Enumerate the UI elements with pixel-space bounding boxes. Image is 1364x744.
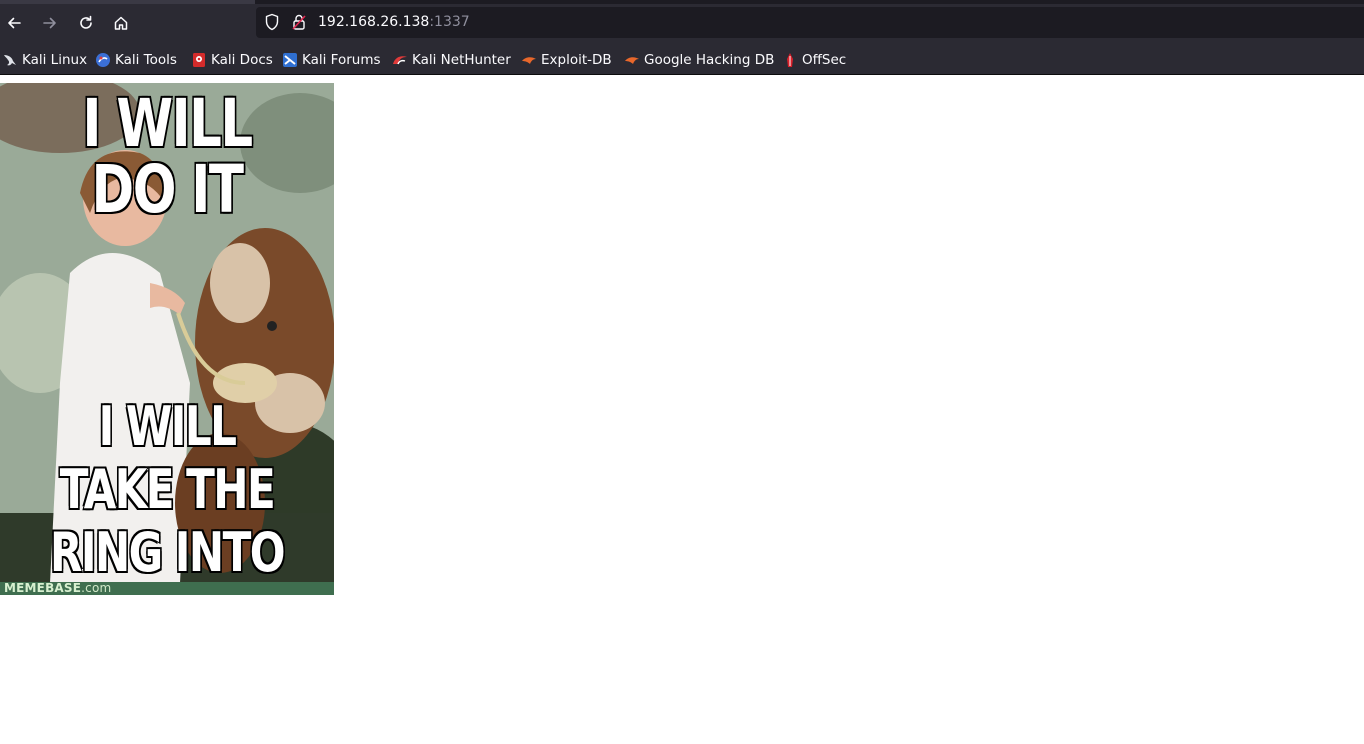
- forward-button[interactable]: [36, 9, 64, 37]
- kali-nethunter-icon: [392, 52, 408, 68]
- bookmark-label: Kali Tools: [115, 52, 177, 68]
- bookmark-kali-nethunter[interactable]: Kali NetHunter: [392, 50, 511, 70]
- home-icon: [114, 16, 128, 30]
- exploit-db-icon: [521, 52, 537, 68]
- url-text[interactable]: 192.168.26.138:1337: [318, 14, 470, 30]
- url-port: :1337: [429, 14, 470, 30]
- tracking-shield-icon[interactable]: [264, 13, 280, 35]
- kali-dragon-icon: [2, 52, 18, 68]
- bookmark-label: Kali NetHunter: [412, 52, 511, 68]
- watermark-brand: MEMEBASE: [4, 581, 82, 595]
- watermark-domain: .com: [81, 581, 112, 595]
- active-tab[interactable]: [0, 0, 255, 4]
- back-button[interactable]: [0, 9, 28, 37]
- meme-image: I WILL DO IT I WILL TAKE THE RING INTO M…: [0, 83, 334, 595]
- reload-button[interactable]: [72, 9, 100, 37]
- back-arrow-icon: [8, 17, 21, 29]
- kali-forums-icon: [282, 52, 298, 68]
- url-host: 192.168.26.138: [318, 14, 430, 30]
- kali-docs-icon: [191, 52, 207, 68]
- bookmark-kali-linux[interactable]: Kali Linux: [2, 50, 87, 70]
- bookmarks-toolbar: Kali Linux Kali Tools Kali Docs Kali For…: [0, 46, 1364, 75]
- bookmark-label: Kali Docs: [211, 52, 273, 68]
- ghdb-icon: [624, 52, 640, 68]
- bookmark-google-hacking-db[interactable]: Google Hacking DB: [624, 50, 774, 70]
- bookmark-kali-tools[interactable]: Kali Tools: [95, 50, 177, 70]
- meme-watermark: MEMEBASE.com: [4, 581, 111, 595]
- meme-top-caption: I WILL DO IT: [82, 85, 254, 228]
- offsec-icon: [782, 52, 798, 68]
- bookmark-label: Kali Forums: [302, 52, 381, 68]
- home-button[interactable]: [107, 9, 135, 37]
- bookmark-kali-forums[interactable]: Kali Forums: [282, 50, 381, 70]
- bookmark-label: Exploit-DB: [541, 52, 612, 68]
- bookmark-label: Google Hacking DB: [644, 52, 775, 68]
- bookmark-label: Kali Linux: [22, 52, 88, 68]
- insecure-lock-icon[interactable]: [291, 13, 307, 35]
- bookmark-exploit-db[interactable]: Exploit-DB: [521, 50, 612, 70]
- reload-icon: [80, 15, 92, 29]
- address-bar[interactable]: 192.168.26.138:1337: [256, 7, 1364, 38]
- meme-bottom-caption: I WILL TAKE THE RING INTO MORDOR: [49, 394, 286, 595]
- bookmark-kali-docs[interactable]: Kali Docs: [191, 50, 273, 70]
- bookmark-offsec[interactable]: OffSec: [782, 50, 846, 70]
- kali-tools-icon: [95, 52, 111, 68]
- bookmark-label: OffSec: [802, 52, 847, 68]
- forward-arrow-icon: [43, 17, 56, 29]
- browser-toolbar: 192.168.26.138:1337: [0, 0, 1364, 46]
